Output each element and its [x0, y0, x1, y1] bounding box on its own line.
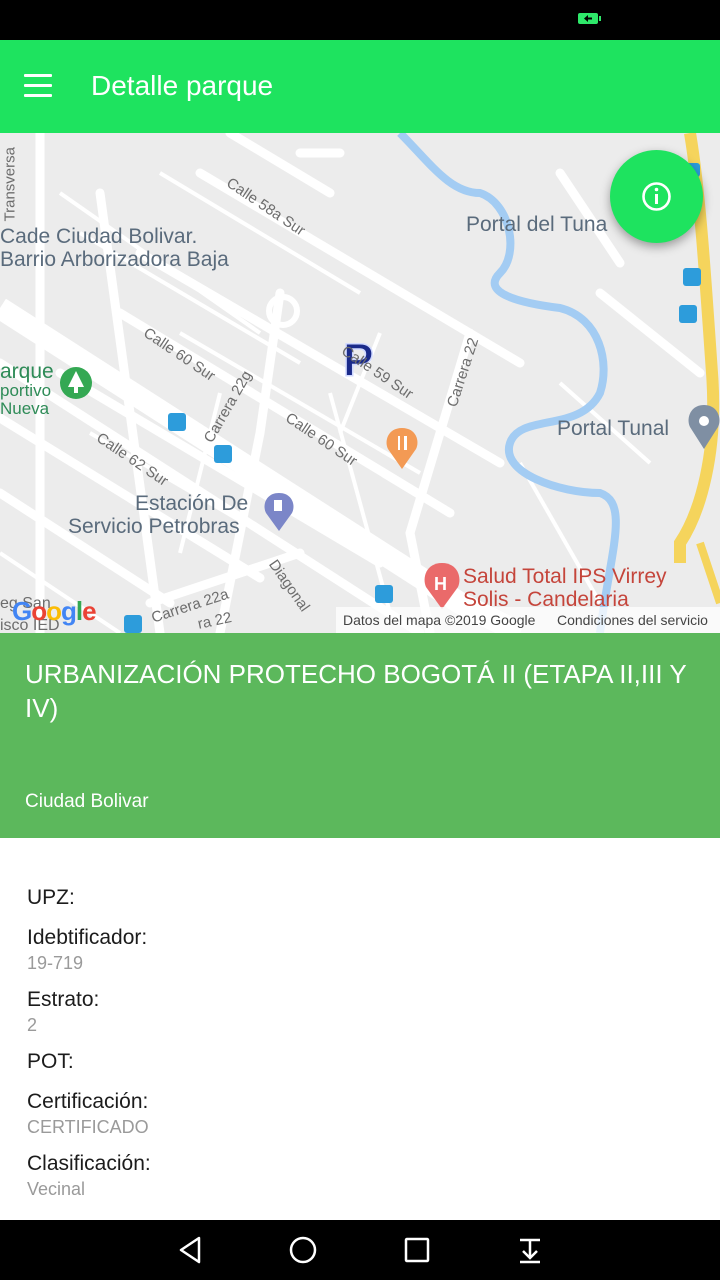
- street-transversal: Transversa: [1, 147, 19, 222]
- gas-station-icon: [264, 493, 294, 531]
- google-logo: Google: [12, 596, 97, 626]
- detail-label: Estrato:: [27, 988, 100, 1011]
- map-label-parque: arque: [0, 360, 54, 383]
- info-icon: [642, 182, 671, 211]
- park-marker-icon: [60, 367, 92, 399]
- map-label-petrobras: Servicio Petrobras: [68, 515, 240, 538]
- map-label-nueva: Nueva: [0, 399, 50, 418]
- detail-label: Idebtificador:: [27, 926, 148, 949]
- detail-label: Clasificación:: [27, 1152, 151, 1175]
- detail-estrato: Estrato: 2: [27, 986, 687, 1036]
- map-label-cade: Cade Ciudad Bolivar.: [0, 225, 198, 248]
- detail-value: CERTIFICADO: [27, 1117, 149, 1137]
- detail-label: Certificación:: [27, 1090, 149, 1113]
- map-credits: Datos del mapa ©2019 Google Condiciones …: [336, 607, 720, 633]
- map-data-credit: Datos del mapa ©2019 Google: [343, 612, 536, 628]
- map-label-estacion: Estación De: [135, 492, 249, 515]
- app-bar: Detalle parque: [0, 40, 720, 133]
- battery-icon: [578, 13, 601, 24]
- terms-link[interactable]: Condiciones del servicio: [557, 607, 708, 633]
- detail-certificacion: Certificación: CERTIFICADO: [27, 1088, 687, 1138]
- park-locality: Ciudad Bolivar: [25, 791, 149, 812]
- status-bar: [0, 0, 720, 40]
- map-label-salud: Salud Total IPS Virrey: [463, 565, 667, 588]
- back-triangle-icon[interactable]: [172, 1232, 208, 1268]
- detail-clasificacion: Clasificación: Vecinal: [27, 1150, 687, 1200]
- detail-value: 2: [27, 1015, 38, 1035]
- park-header: URBANIZACIÓN PROTECHO BOGOTÁ II (ETAPA I…: [0, 633, 720, 838]
- map-label-portal-tunal: Portal Tunal: [557, 417, 670, 440]
- recents-square-icon[interactable]: [399, 1232, 435, 1268]
- hamburger-menu-icon[interactable]: [18, 66, 58, 106]
- detail-value: 19-719: [27, 953, 84, 973]
- home-circle-icon[interactable]: [285, 1232, 321, 1268]
- map-label-barrio: Barrio Arborizadora Baja: [0, 248, 229, 271]
- pull-down-icon[interactable]: [512, 1232, 548, 1268]
- park-details: UPZ: Idebtificador: 19-719 Estrato: 2 PO…: [27, 884, 687, 1212]
- restaurant-icon: [386, 428, 418, 469]
- detail-upz: UPZ:: [27, 884, 687, 912]
- map-label-portal-del-tunal: Portal del Tuna: [466, 213, 608, 236]
- info-button[interactable]: [610, 150, 703, 243]
- detail-pot: POT:: [27, 1048, 687, 1076]
- detail-identificador: Idebtificador: 19-719: [27, 924, 687, 974]
- detail-label: POT:: [27, 1050, 74, 1073]
- detail-value: Vecinal: [27, 1179, 86, 1199]
- page-title: Detalle parque: [91, 70, 274, 101]
- svg-text:H: H: [434, 574, 447, 594]
- detail-label: UPZ:: [27, 886, 75, 909]
- system-nav-bar: [0, 1220, 720, 1280]
- park-name: URBANIZACIÓN PROTECHO BOGOTÁ II (ETAPA I…: [25, 659, 687, 723]
- map-label-deportivo: portivo: [0, 381, 52, 400]
